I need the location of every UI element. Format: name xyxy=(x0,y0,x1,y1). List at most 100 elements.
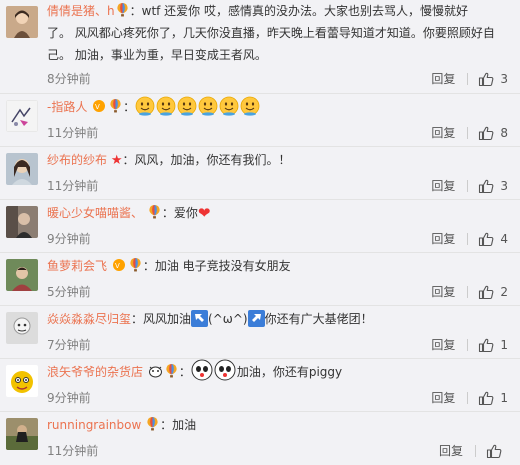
divider xyxy=(467,232,469,245)
like-button[interactable]: 1 xyxy=(478,390,508,406)
reply-button[interactable]: 回复 xyxy=(431,230,455,247)
username-link[interactable]: 纱布的纱布 xyxy=(47,153,107,167)
username-link[interactable]: 倩倩是猪、h xyxy=(47,4,115,18)
comment-content: (^ω^) xyxy=(208,312,248,326)
timestamp: 8分钟前 xyxy=(47,72,91,86)
star-icon: ★ xyxy=(110,153,123,168)
divider xyxy=(467,179,469,192)
username-link[interactable]: 鱼萝莉会飞 xyxy=(47,259,107,273)
comment-content: 加油 电子竞技没有女朋友 xyxy=(154,259,291,273)
cow-badge-icon xyxy=(148,366,162,378)
comment-actions: 回复 8 xyxy=(431,124,508,141)
thumbs-up-icon xyxy=(478,125,494,141)
comment-text: 纱布的纱布 ★：风风，加油，你还有我们。！ xyxy=(47,147,510,174)
timestamp: 11分钟前 xyxy=(47,126,99,140)
comment-item: 浪矢爷爷的杂货店 ： 加油，你还有piggy 9分钟前 回复 1 xyxy=(0,359,520,412)
comment-body: 纱布的纱布 ★：风风，加油，你还有我们。！ xyxy=(47,147,510,174)
thumbs-up-icon xyxy=(478,284,494,300)
divider xyxy=(475,444,476,457)
comment-text-line: 了。 风风都心疼死你了，几天你没直播，昨天晚上看蕾导知道才知道。你要照顾好自 xyxy=(47,26,495,40)
thumbs-up-icon xyxy=(486,443,502,459)
thumbs-up-icon xyxy=(478,178,494,194)
reply-button[interactable]: 回复 xyxy=(431,336,455,353)
comment-body: 焱焱淼淼尽归玺：风风加油 (^ω^) 你还有广大基佬团！ xyxy=(47,306,510,332)
hot-air-balloon-icon xyxy=(146,416,159,431)
heart-icon: ❤ xyxy=(197,204,211,222)
timestamp: 9分钟前 xyxy=(47,391,91,405)
timestamp: 5分钟前 xyxy=(47,285,91,299)
colon: ： xyxy=(178,365,191,379)
hot-air-balloon-icon xyxy=(129,257,142,272)
avatar[interactable] xyxy=(6,6,38,38)
username-link[interactable]: 焱焱淼淼尽归玺 xyxy=(47,312,131,326)
comment-body: 暖心少女喵喵酱、 ：爱你❤ xyxy=(47,200,510,226)
reply-button[interactable]: 回复 xyxy=(431,70,455,87)
like-count: 8 xyxy=(500,125,508,140)
vip-badge-icon: V xyxy=(93,100,106,112)
colon: ： xyxy=(161,206,174,220)
thumbs-up-icon xyxy=(478,337,494,353)
comment-body: -指路人 V ： xyxy=(47,94,510,120)
reply-button[interactable]: 回复 xyxy=(431,124,455,141)
colon: ： xyxy=(131,312,144,326)
arrow-up-left-icon xyxy=(191,310,209,327)
hot-air-balloon-icon xyxy=(165,363,178,378)
like-button[interactable]: 1 xyxy=(478,337,508,353)
comment-text: 暖心少女喵喵酱、 ：爱你❤ xyxy=(47,200,510,226)
comment-content: 加油 xyxy=(172,418,197,432)
like-button[interactable]: 2 xyxy=(478,284,508,300)
divider xyxy=(467,285,469,298)
username-link[interactable]: runningrainbow xyxy=(47,418,141,432)
avatar[interactable] xyxy=(6,100,38,132)
comment-item: 焱焱淼淼尽归玺：风风加油 (^ω^) 你还有广大基佬团！ 7分钟前 回复 1 xyxy=(0,306,520,359)
reply-button[interactable]: 回复 xyxy=(431,283,455,300)
comment-text: 倩倩是猪、h ：wtf 还爱你 哎，感情真的没办法。大家也别去骂人，慢慢就好 了。… xyxy=(47,0,510,66)
comment-text: runningrainbow ：加油 xyxy=(47,412,510,438)
comment-item: 倩倩是猪、h ：wtf 还爱你 哎，感情真的没办法。大家也别去骂人，慢慢就好 了。… xyxy=(0,0,520,94)
comment-actions: 回复 1 xyxy=(431,389,508,406)
comment-item: 纱布的纱布 ★：风风，加油，你还有我们。！ 11分钟前 回复 3 xyxy=(0,147,520,200)
comment-text: 焱焱淼淼尽归玺：风风加油 (^ω^) 你还有广大基佬团！ xyxy=(47,306,510,332)
comment-text-line: 己。 加油，事业为重，早日变成王者风。 xyxy=(47,48,267,62)
smile-face-icon xyxy=(156,96,176,116)
comment-actions: 回复 4 xyxy=(431,230,508,247)
reply-button[interactable]: 回复 xyxy=(439,442,463,459)
avatar[interactable] xyxy=(6,153,38,185)
arrow-up-right-icon xyxy=(247,310,265,327)
avatar[interactable] xyxy=(6,365,38,397)
svg-text:V: V xyxy=(95,103,100,111)
like-count: 4 xyxy=(500,231,508,246)
comment-actions: 回复 xyxy=(439,442,508,459)
comment-content: 你还有广大基佬团！ xyxy=(264,312,373,326)
comment-content: 加油，你还有piggy xyxy=(236,365,343,379)
like-button[interactable]: 8 xyxy=(478,125,508,141)
divider xyxy=(467,126,469,139)
hot-air-balloon-icon xyxy=(109,98,122,113)
username-link[interactable]: 浪矢爷爷的杂货店 xyxy=(47,365,143,379)
reply-button[interactable]: 回复 xyxy=(431,389,455,406)
like-button[interactable]: 4 xyxy=(478,231,508,247)
comment-content: 爱你 xyxy=(173,206,198,220)
comment-item: runningrainbow ：加油 11分钟前 回复 xyxy=(0,412,520,465)
comment-body: 浪矢爷爷的杂货店 ： 加油，你还有piggy xyxy=(47,359,510,385)
like-count: 1 xyxy=(500,337,508,352)
panda-face-icon xyxy=(214,359,236,381)
reply-button[interactable]: 回复 xyxy=(431,177,455,194)
avatar[interactable] xyxy=(6,418,38,450)
colon: ： xyxy=(142,259,155,273)
comment-actions: 回复 3 xyxy=(431,70,508,87)
comment-actions: 回复 2 xyxy=(431,283,508,300)
username-link[interactable]: 暖心少女喵喵酱、 xyxy=(47,206,143,220)
smile-face-icon xyxy=(135,96,155,116)
like-count: 3 xyxy=(500,178,508,193)
username-link[interactable]: -指路人 xyxy=(47,100,87,114)
avatar[interactable] xyxy=(6,206,38,238)
like-button[interactable]: 3 xyxy=(478,71,508,87)
comment-body: 倩倩是猪、h ：wtf 还爱你 哎，感情真的没办法。大家也别去骂人，慢慢就好 了。… xyxy=(47,0,510,66)
colon: ： xyxy=(160,418,173,432)
avatar[interactable] xyxy=(6,259,38,291)
avatar[interactable] xyxy=(6,312,38,344)
like-button[interactable]: 3 xyxy=(478,178,508,194)
like-button[interactable] xyxy=(486,443,508,459)
comment-content: 风风，加油，你还有我们。！ xyxy=(134,153,291,167)
